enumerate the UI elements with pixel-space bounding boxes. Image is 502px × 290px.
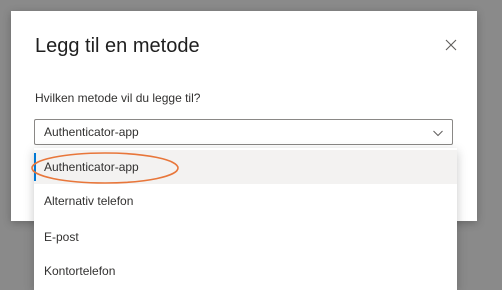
- method-dropdown-list: Authenticator-app Alternativ telefon E-p…: [34, 148, 457, 290]
- select-value: Authenticator-app: [44, 125, 139, 139]
- option-alternative-phone[interactable]: Alternativ telefon: [34, 184, 457, 218]
- close-icon: [445, 39, 457, 51]
- dialog-title: Legg til en metode: [35, 35, 200, 57]
- method-select[interactable]: Authenticator-app: [34, 119, 453, 145]
- selected-marker: [34, 153, 36, 181]
- option-label: E-post: [44, 230, 79, 244]
- option-label: Alternativ telefon: [44, 194, 134, 208]
- close-button[interactable]: [439, 33, 463, 57]
- option-email[interactable]: E-post: [34, 220, 457, 254]
- chevron-down-icon: [433, 130, 443, 137]
- option-authenticator-app[interactable]: Authenticator-app: [34, 150, 457, 184]
- method-prompt: Hvilken metode vil du legge til?: [35, 91, 201, 105]
- option-label: Authenticator-app: [44, 160, 139, 174]
- option-label: Kontortelefon: [44, 264, 116, 278]
- option-office-phone[interactable]: Kontortelefon: [34, 254, 457, 288]
